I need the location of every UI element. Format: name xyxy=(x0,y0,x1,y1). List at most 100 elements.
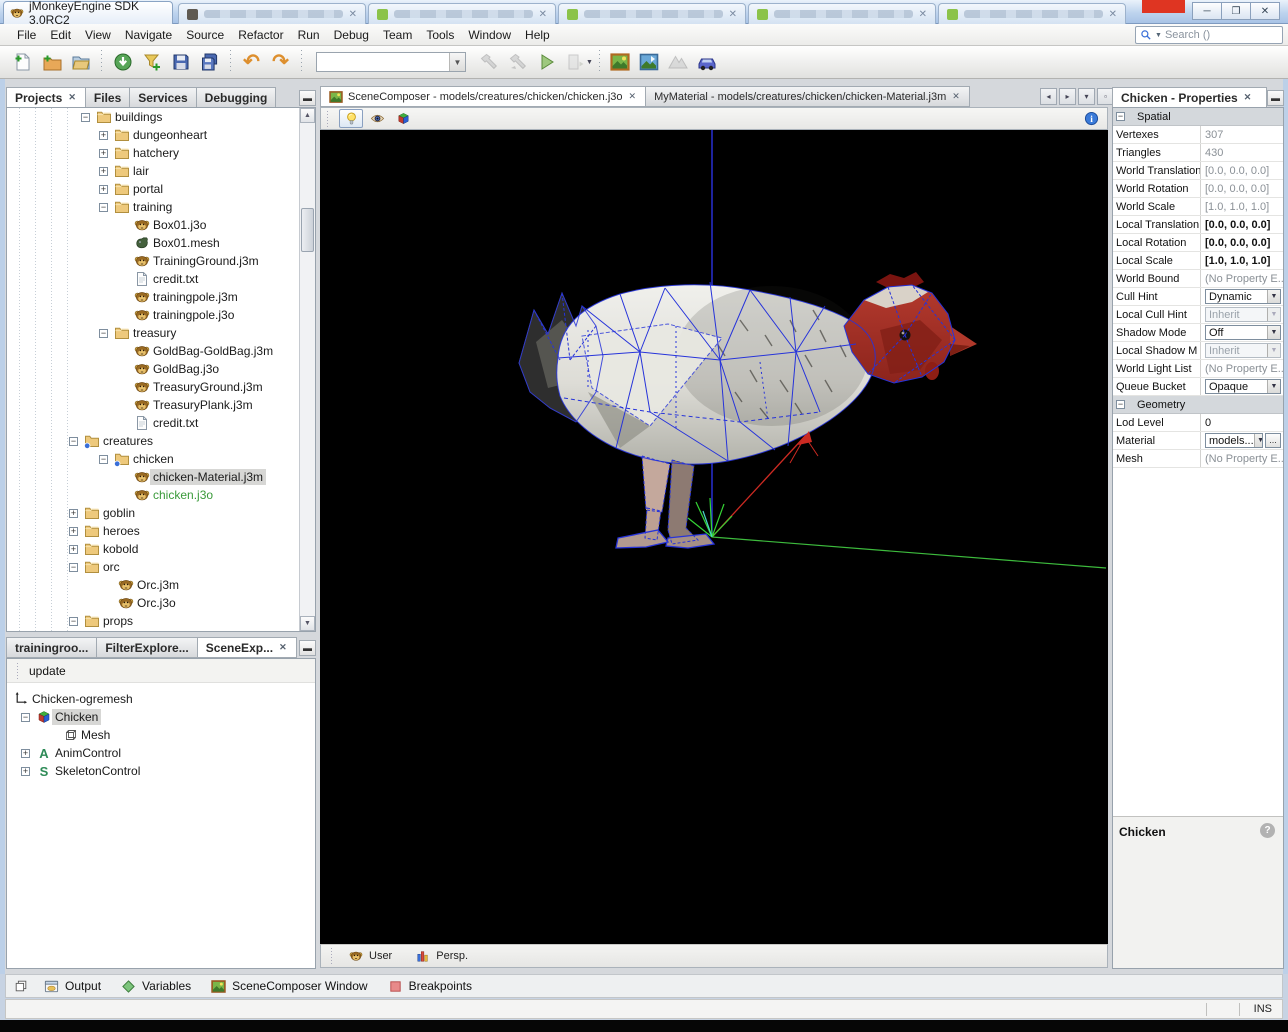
info-icon[interactable]: i xyxy=(1084,111,1099,126)
menu-team[interactable]: Team xyxy=(376,26,419,44)
scrollbar-thumb[interactable] xyxy=(301,208,314,252)
chevron-down-icon[interactable]: ▼ xyxy=(449,53,465,71)
close-icon[interactable]: ✕ xyxy=(1109,9,1117,20)
tree-row[interactable]: −props xyxy=(69,612,136,630)
section-header-geometry[interactable]: −Geometry xyxy=(1113,396,1283,414)
minimize-explorer-panel-button[interactable]: ▬ xyxy=(299,640,316,656)
light-toggle-button[interactable] xyxy=(339,109,363,128)
tree-row[interactable]: + dungeonheart xyxy=(99,126,210,144)
tree-item-label[interactable]: buildings xyxy=(112,109,165,125)
chevron-down-icon[interactable]: ▼ xyxy=(1254,434,1263,447)
expand-icon[interactable]: + xyxy=(69,545,78,554)
tree-row[interactable]: −creatures xyxy=(69,432,156,450)
collapse-icon[interactable]: − xyxy=(69,563,78,572)
camera-mode-label[interactable]: User xyxy=(369,950,392,962)
tree-row[interactable]: −Chicken xyxy=(21,708,101,726)
tree-item-label[interactable]: credit.txt xyxy=(150,415,201,431)
tab-projects[interactable]: Projects✕ xyxy=(6,87,86,108)
windowbar-item-variables[interactable]: Variables xyxy=(113,979,199,994)
minimize-projects-panel-button[interactable]: ▬ xyxy=(299,90,316,106)
tree-row[interactable]: +heroes xyxy=(69,522,143,540)
search-input[interactable]: ▼ Search () xyxy=(1135,26,1283,44)
close-icon[interactable]: ✕ xyxy=(539,9,547,20)
tree-row[interactable]: − training xyxy=(99,198,175,216)
titlebar-ghost-tab[interactable]: ✕ xyxy=(748,3,936,24)
scroll-left-button[interactable]: ◂ xyxy=(1040,88,1057,105)
tree-item-label[interactable]: trainingpole.j3m xyxy=(150,289,241,305)
windowbar-item-scenecomposer-window[interactable]: SceneComposer Window xyxy=(203,979,375,994)
chevron-down-icon[interactable]: ▼ xyxy=(1267,326,1280,339)
viewport-3d[interactable] xyxy=(320,130,1108,944)
chevron-down-icon[interactable]: ▼ xyxy=(1267,380,1280,393)
expand-icon[interactable]: + xyxy=(99,149,108,158)
tree-row[interactable]: GoldBag.j3o xyxy=(119,360,222,378)
toolbar-drag-handle[interactable] xyxy=(325,111,329,127)
property-dropdown[interactable]: Dynamic▼ xyxy=(1205,289,1281,304)
tree-item-label[interactable]: Chicken-ogremesh xyxy=(29,691,136,707)
tree-row[interactable]: +SSkeletonControl xyxy=(21,762,143,780)
tab-debugging[interactable]: Debugging xyxy=(197,87,277,108)
tree-row[interactable]: +AAnimControl xyxy=(21,744,124,762)
tree-item-label[interactable]: training xyxy=(130,199,175,215)
windowbar-item-breakpoints[interactable]: Breakpoints xyxy=(380,979,480,994)
close-icon[interactable]: ✕ xyxy=(1243,92,1253,103)
search-dropdown-arrow[interactable]: ▼ xyxy=(1155,32,1162,39)
menu-run[interactable]: Run xyxy=(291,26,327,44)
scroll-down-button[interactable]: ▼ xyxy=(300,616,315,631)
collapse-icon[interactable]: − xyxy=(21,713,30,722)
tree-row[interactable]: TreasuryPlank.j3m xyxy=(119,396,256,414)
expand-icon[interactable]: + xyxy=(99,185,108,194)
titlebar-ghost-tab[interactable]: ✕ xyxy=(368,3,556,24)
tab-list-button[interactable]: ▾ xyxy=(1078,88,1095,105)
expand-icon[interactable]: + xyxy=(99,131,108,140)
scroll-up-button[interactable]: ▲ xyxy=(300,108,315,123)
tree-item-label[interactable]: creatures xyxy=(100,433,156,449)
new-file-button[interactable] xyxy=(8,49,37,75)
redo-button[interactable]: ↷ xyxy=(266,49,295,75)
collapse-icon[interactable]: − xyxy=(99,203,108,212)
project-config-combobox[interactable]: ▼ xyxy=(316,52,466,72)
tree-item-label[interactable]: Orc.j3o xyxy=(134,595,179,611)
close-icon[interactable]: ✕ xyxy=(278,642,288,653)
tree-item-label[interactable]: props xyxy=(100,613,136,629)
menu-file[interactable]: File xyxy=(10,26,43,44)
menu-view[interactable]: View xyxy=(78,26,118,44)
camera-user-icon[interactable] xyxy=(349,949,363,963)
tab-mymaterial-models-creatures-chicken-chicken-material-j3m[interactable]: MyMaterial - models/creatures/chicken/ch… xyxy=(646,86,970,107)
menu-help[interactable]: Help xyxy=(518,26,557,44)
tree-item-label[interactable]: AnimControl xyxy=(52,745,124,761)
tree-row[interactable]: +lair xyxy=(99,162,152,180)
tree-item-label[interactable]: TreasuryGround.j3m xyxy=(150,379,266,395)
tree-item-label[interactable]: dungeonheart xyxy=(130,127,210,143)
tab-services[interactable]: Services xyxy=(130,87,196,108)
collapse-icon[interactable]: − xyxy=(99,329,108,338)
tree-item-label[interactable]: GoldBag-GoldBag.j3m xyxy=(150,343,276,359)
property-value[interactable]: [0.0, 0.0, 0.0] xyxy=(1201,234,1283,251)
tree-item-label[interactable]: Mesh xyxy=(78,727,113,743)
property-value[interactable]: [1.0, 1.0, 1.0] xyxy=(1201,252,1283,269)
menu-source[interactable]: Source xyxy=(179,26,231,44)
menu-edit[interactable]: Edit xyxy=(43,26,78,44)
menu-refactor[interactable]: Refactor xyxy=(231,26,290,44)
menu-navigate[interactable]: Navigate xyxy=(118,26,179,44)
expand-icon[interactable]: + xyxy=(21,767,30,776)
tree-row[interactable]: chicken-Material.j3m xyxy=(119,468,266,486)
tree-row[interactable]: credit.txt xyxy=(119,270,201,288)
collapse-icon[interactable]: − xyxy=(81,113,90,122)
tree-item-label[interactable]: SkeletonControl xyxy=(52,763,143,779)
tree-item-label[interactable]: chicken-Material.j3m xyxy=(150,469,266,485)
statusbar-drag-handle[interactable] xyxy=(329,948,333,964)
camera-toggle-button[interactable] xyxy=(365,109,389,128)
tree-row[interactable]: − orc xyxy=(69,558,123,576)
tree-row[interactable]: Box01.j3o xyxy=(119,216,209,234)
open-project-button[interactable] xyxy=(66,49,95,75)
tree-item-label[interactable]: orc xyxy=(100,559,123,575)
tab-files[interactable]: Files xyxy=(86,87,130,108)
save-all-button[interactable] xyxy=(195,49,224,75)
tree-item-label[interactable]: hatchery xyxy=(130,145,182,161)
tree-row[interactable]: credit.txt xyxy=(119,414,201,432)
tab-filterexplore-[interactable]: FilterExplore... xyxy=(97,637,197,658)
windowbar-item-output[interactable]: Output xyxy=(36,979,109,994)
collapse-icon[interactable]: − xyxy=(1116,400,1125,409)
tab-sceneexp-[interactable]: SceneExp...✕ xyxy=(198,637,297,658)
